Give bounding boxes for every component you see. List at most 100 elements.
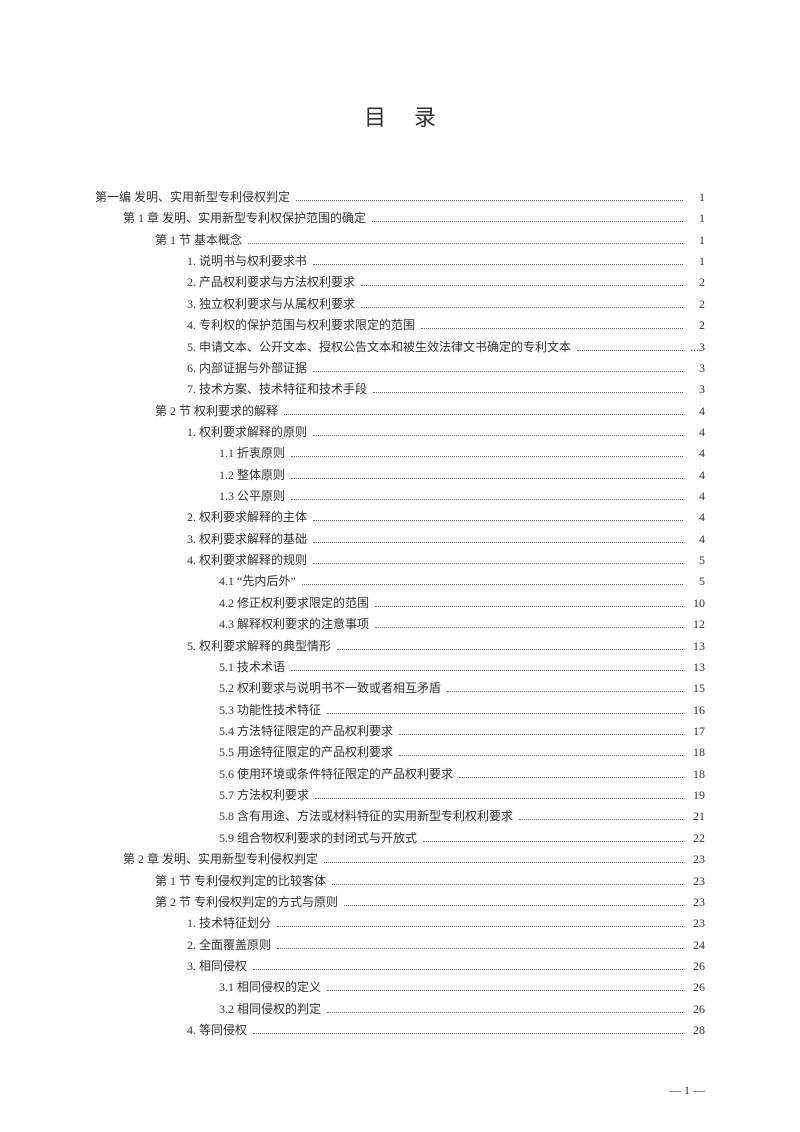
toc-title: 目录 <box>95 100 705 132</box>
toc-leader-dots <box>315 798 683 799</box>
toc-entry-page: ...3 <box>687 337 705 358</box>
toc-leader-dots <box>372 221 683 222</box>
toc-entry-text: 5.8 含有用途、方法或材料特征的实用新型专利权利要求 <box>219 806 513 827</box>
toc-entry-page: 2 <box>687 315 705 336</box>
toc-entry-text: 第 2 节 权利要求的解释 <box>155 401 278 422</box>
toc-entry: 5.8 含有用途、方法或材料特征的实用新型专利权利要求 21 <box>95 806 705 827</box>
toc-entry: 1. 技术特征划分23 <box>95 913 705 934</box>
toc-entry-text: 4.2 修正权利要求限定的范围 <box>219 593 369 614</box>
toc-entry-page: 4 <box>687 422 705 443</box>
toc-entry-page: 3 <box>687 379 705 400</box>
toc-entry: 3.1 相同侵权的定义 26 <box>95 977 705 998</box>
toc-leader-dots <box>302 584 683 585</box>
toc-entry-page: 1 <box>687 187 705 208</box>
toc-entry: 第 1 节 专利侵权判定的比较客体23 <box>95 871 705 892</box>
toc-entry: 6. 内部证据与外部证据3 <box>95 358 705 379</box>
toc-entry-text: 3. 相同侵权 <box>187 956 247 977</box>
toc-entry: 5.3 功能性技术特征16 <box>95 700 705 721</box>
page-number-footer: — 1 — <box>669 1083 705 1098</box>
toc-entry: 第 1 节 基本概念1 <box>95 230 705 251</box>
toc-entry-page: 24 <box>687 935 705 956</box>
toc-entry-page: 23 <box>687 871 705 892</box>
toc-entry-page: 23 <box>687 913 705 934</box>
toc-entry-text: 5.5 用途特征限定的产品权利要求 <box>219 742 393 763</box>
toc-entry: 4.2 修正权利要求限定的范围10 <box>95 593 705 614</box>
toc-entry-page: 22 <box>687 828 705 849</box>
toc-entry-page: 4 <box>687 465 705 486</box>
toc-leader-dots <box>253 969 683 970</box>
toc-entry-text: 1. 权利要求解释的原则 <box>187 422 307 443</box>
toc-entry-text: 第一编 发明、实用新型专利侵权判定 <box>95 187 290 208</box>
toc-leader-dots <box>313 563 683 564</box>
toc-entry-text: 5.6 使用环境或条件特征限定的产品权利要求 <box>219 764 453 785</box>
toc-entry: 5.4 方法特征限定的产品权利要求 17 <box>95 721 705 742</box>
toc-entry-page: 21 <box>687 806 705 827</box>
toc-entry: 3. 独立权利要求与从属权利要求2 <box>95 294 705 315</box>
toc-entry: 5.1 技术术语 13 <box>95 657 705 678</box>
toc-leader-dots <box>277 926 683 927</box>
toc-entry-page: 4 <box>687 507 705 528</box>
toc-entry: 4. 等同侵权28 <box>95 1020 705 1041</box>
toc-entry-page: 13 <box>687 657 705 678</box>
toc-leader-dots <box>291 478 683 479</box>
toc-leader-dots <box>373 392 683 393</box>
toc-entry-text: 2. 全面覆盖原则 <box>187 935 271 956</box>
toc-leader-dots <box>296 200 683 201</box>
toc-entry-page: 17 <box>687 721 705 742</box>
toc-leader-dots <box>344 905 683 906</box>
toc-entry-page: 18 <box>687 764 705 785</box>
toc-leader-dots <box>291 499 683 500</box>
toc-entry-text: 1.3 公平原则 <box>219 486 285 507</box>
toc-entry-page: 15 <box>687 678 705 699</box>
toc-entry: 第 2 章 发明、实用新型专利侵权判定23 <box>95 849 705 870</box>
toc-leader-dots <box>423 841 683 842</box>
toc-entry-text: 5.2 权利要求与说明书不一致或者相互矛盾 <box>219 678 441 699</box>
toc-leader-dots <box>421 328 683 329</box>
toc-entry-text: 第 2 节 专利侵权判定的方式与原则 <box>155 892 338 913</box>
toc-leader-dots <box>277 948 683 949</box>
toc-leader-dots <box>253 1033 683 1034</box>
toc-leader-dots <box>399 734 683 735</box>
toc-entry-page: 26 <box>687 977 705 998</box>
toc-entry: 5. 权利要求解释的典型情形13 <box>95 636 705 657</box>
toc-list: 第一编 发明、实用新型专利侵权判定1第 1 章 发明、实用新型专利权保护范围的确… <box>95 187 705 1041</box>
toc-entry-text: 5.4 方法特征限定的产品权利要求 <box>219 721 393 742</box>
toc-leader-dots <box>361 307 683 308</box>
toc-entry-page: 5 <box>687 550 705 571</box>
toc-entry: 2. 权利要求解释的主体4 <box>95 507 705 528</box>
toc-leader-dots <box>284 414 683 415</box>
toc-entry-text: 3.1 相同侵权的定义 <box>219 977 321 998</box>
toc-entry: 1.1 折衷原则4 <box>95 443 705 464</box>
toc-entry: 5.7 方法权利要求19 <box>95 785 705 806</box>
toc-entry-text: 4.3 解释权利要求的注意事项 <box>219 614 369 635</box>
toc-leader-dots <box>577 350 683 351</box>
toc-entry: 第 2 节 权利要求的解释 4 <box>95 401 705 422</box>
toc-entry: 5.2 权利要求与说明书不一致或者相互矛盾 15 <box>95 678 705 699</box>
toc-entry: 4. 权利要求解释的规则5 <box>95 550 705 571</box>
toc-entry-page: 2 <box>687 272 705 293</box>
toc-entry-text: 1. 说明书与权利要求书 <box>187 251 307 272</box>
toc-leader-dots <box>313 435 683 436</box>
toc-entry-text: 5.9 组合物权利要求的封闭式与开放式 <box>219 828 417 849</box>
document-page: 目录 第一编 发明、实用新型专利侵权判定1第 1 章 发明、实用新型专利权保护范… <box>0 0 800 1132</box>
toc-entry: 7. 技术方案、技术特征和技术手段 3 <box>95 379 705 400</box>
toc-entry-text: 5. 申请文本、公开文本、授权公告文本和被生效法律文书确定的专利文本 <box>187 337 571 358</box>
toc-entry-page: 4 <box>687 401 705 422</box>
toc-entry: 5. 申请文本、公开文本、授权公告文本和被生效法律文书确定的专利文本 ...3 <box>95 337 705 358</box>
toc-entry-text: 5.1 技术术语 <box>219 657 285 678</box>
toc-entry: 4.1 “先内后外”5 <box>95 571 705 592</box>
toc-entry: 3.2 相同侵权的判定26 <box>95 999 705 1020</box>
toc-leader-dots <box>291 670 683 671</box>
toc-leader-dots <box>332 884 683 885</box>
toc-entry: 第一编 发明、实用新型专利侵权判定 1 <box>95 187 705 208</box>
toc-leader-dots <box>324 862 683 863</box>
toc-entry-text: 3.2 相同侵权的判定 <box>219 999 321 1020</box>
toc-entry-text: 7. 技术方案、技术特征和技术手段 <box>187 379 367 400</box>
toc-leader-dots <box>375 627 683 628</box>
toc-entry-page: 19 <box>687 785 705 806</box>
toc-leader-dots <box>459 777 683 778</box>
toc-entry-text: 4. 专利权的保护范围与权利要求限定的范围 <box>187 315 415 336</box>
toc-entry-page: 3 <box>687 358 705 379</box>
toc-entry-text: 3. 权利要求解释的基础 <box>187 529 307 550</box>
toc-entry-page: 4 <box>687 486 705 507</box>
